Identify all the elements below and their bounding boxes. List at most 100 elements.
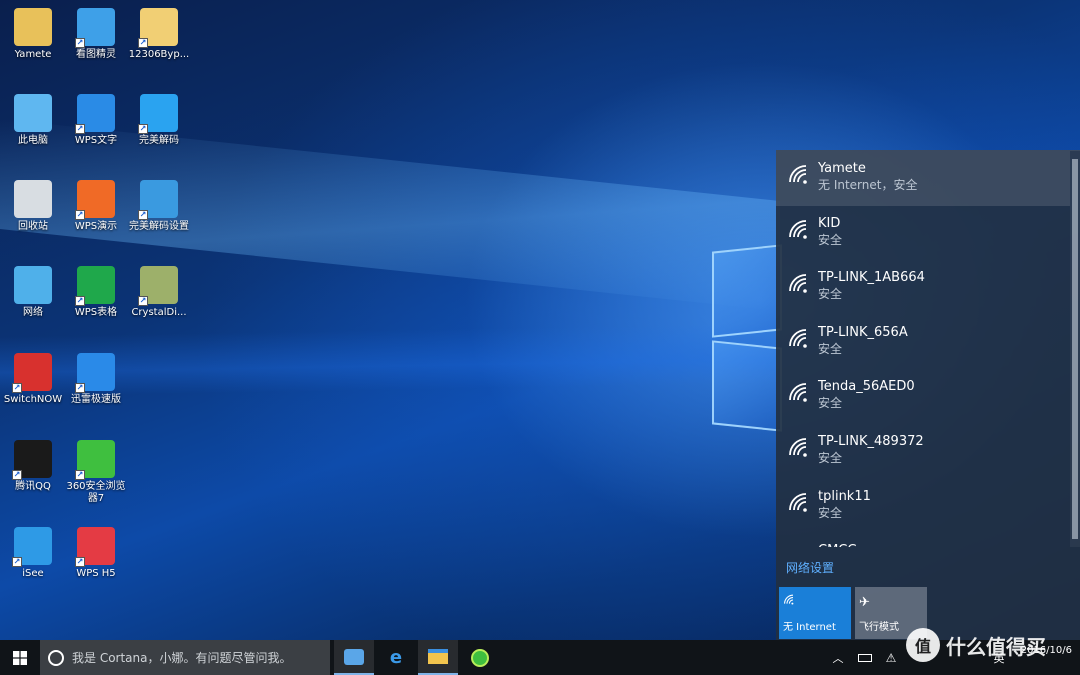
desktop-icon-label: 12306Byp... [128, 49, 190, 60]
desktop-icon[interactable]: ↗ 360安全浏览器7 [63, 440, 129, 505]
network-tray-button[interactable]: ⚠ [880, 640, 902, 675]
wifi-signal-icon [789, 165, 807, 184]
taskbar-app-edge[interactable]: e [376, 640, 416, 675]
airplane-icon: ✈ [859, 595, 870, 610]
file-explorer-icon [428, 649, 448, 664]
folder-icon: ↗ [138, 8, 178, 48]
shortcut-arrow-icon: ↗ [138, 210, 148, 220]
shortcut-arrow-icon: ↗ [75, 296, 85, 306]
shortcut-arrow-icon: ↗ [12, 557, 22, 567]
search-placeholder: 我是 Cortana，小娜。有问题尽管问我。 [72, 651, 292, 665]
desktop-icon[interactable]: 此电脑 [0, 94, 66, 147]
cortana-search-box[interactable]: 我是 Cortana，小娜。有问题尽管问我。 [40, 640, 330, 675]
wifi-network-item[interactable]: TP-LINK_656A 安全 [776, 315, 1070, 370]
wifi-quick-tile[interactable]: 无 Internet [779, 587, 851, 639]
shortcut-arrow-icon: ↗ [75, 383, 85, 393]
wifi-network-item[interactable]: tplink11 安全 [776, 479, 1070, 534]
desktop-icon[interactable]: ↗ 迅雷极速版 [63, 353, 129, 406]
wps-presentation-icon: ↗ [75, 180, 115, 220]
desktop-icon[interactable]: ↗ 看图精灵 [63, 8, 129, 61]
network-status: 安全 [818, 505, 843, 520]
desktop-icon-label: 完美解码设置 [129, 221, 189, 232]
show-hidden-icons-button[interactable]: ︿ [828, 640, 848, 675]
network-status: 无 Internet，安全 [818, 178, 918, 192]
desktop-icon-label: 此电脑 [18, 135, 48, 146]
desktop-icon[interactable]: ↗ WPS表格 [63, 266, 129, 319]
cortana-icon [48, 649, 64, 666]
wifi-network-item[interactable]: Tenda_56AED0 安全 [776, 369, 1070, 424]
desktop-icon[interactable]: ↗ 12306Byp... [126, 8, 192, 61]
network-name: TP-LINK_656A [818, 324, 908, 340]
desktop-icon[interactable]: ↗ 腾讯QQ [0, 440, 66, 493]
desktop-icon[interactable]: ↗ 完美解码设置 [126, 180, 192, 233]
shortcut-arrow-icon: ↗ [75, 470, 85, 480]
qq-penguin-icon: ↗ [12, 440, 52, 480]
wps-h5-icon: ↗ [75, 527, 115, 567]
desktop-icon-label: WPS文字 [74, 135, 118, 146]
edge-browser-icon: e [389, 647, 403, 668]
wifi-network-item[interactable]: KID 安全 [776, 206, 1070, 261]
desktop-icon[interactable]: 网络 [0, 266, 66, 319]
desktop-icon[interactable]: ↗ WPS H5 [63, 527, 129, 580]
desktop-icon-label: Yamete [14, 49, 52, 60]
taskbar-app-file-explorer[interactable] [418, 640, 458, 675]
start-button[interactable] [0, 640, 40, 675]
wifi-network-item[interactable]: Yamete 无 Internet，安全 [776, 151, 1070, 206]
desktop-icon[interactable]: 回收站 [0, 180, 66, 233]
network-list-scrollbar[interactable] [1070, 151, 1080, 547]
network-name: tplink11 [818, 488, 871, 504]
network-icon [14, 266, 52, 304]
desktop-icon[interactable]: ↗ SwitchNOW [0, 353, 66, 406]
desktop-icon-label: 看图精灵 [76, 49, 116, 60]
wifi-signal-icon [789, 274, 807, 293]
shortcut-arrow-icon: ↗ [12, 470, 22, 480]
chevron-up-icon: ︿ [832, 651, 844, 665]
wifi-icon [784, 594, 794, 605]
network-list: Yamete 无 Internet，安全 KID 安全 TP-LINK_1AB664 安全… [776, 151, 1070, 547]
switchnow-icon: ↗ [12, 353, 52, 393]
network-name: Tenda_56AED0 [818, 379, 915, 395]
wifi-tile-label: 无 Internet [783, 622, 836, 633]
battery-icon [858, 653, 872, 662]
shortcut-arrow-icon: ↗ [12, 383, 22, 393]
desktop-icon-label: 完美解码 [139, 135, 179, 146]
wifi-network-item[interactable]: TP-LINK_489372 安全 [776, 424, 1070, 479]
wifi-network-item[interactable]: CMCC [776, 533, 1070, 547]
recycle-bin-icon [14, 180, 52, 218]
wifi-signal-icon [789, 383, 807, 403]
battery-tray-button[interactable] [854, 640, 876, 675]
shortcut-arrow-icon: ↗ [138, 38, 148, 48]
wifi-network-item[interactable]: TP-LINK_1AB664 安全 [776, 260, 1070, 315]
watermark-badge: 值 [906, 628, 940, 662]
taskbar-app-image-viewer[interactable] [334, 640, 374, 675]
network-status: 安全 [818, 450, 843, 465]
wifi-signal-icon [789, 438, 807, 457]
desktop-icon[interactable]: ↗ WPS演示 [63, 180, 129, 233]
shortcut-arrow-icon: ↗ [75, 124, 85, 134]
desktop-icon-label: 回收站 [18, 221, 48, 232]
desktop-icon[interactable]: Yamete [0, 8, 66, 61]
taskbar-app-360-browser[interactable] [460, 640, 500, 675]
network-name: TP-LINK_489372 [818, 433, 924, 449]
settings-gear-icon: ↗ [138, 180, 178, 220]
desktop-icon[interactable]: ↗ iSee [0, 527, 66, 580]
computer-icon [14, 94, 52, 132]
desktop-icon[interactable]: ↗ WPS文字 [63, 94, 129, 147]
network-status: 安全 [818, 232, 843, 247]
shortcut-arrow-icon: ↗ [138, 296, 148, 306]
network-settings-link[interactable]: 网络设置 [786, 559, 834, 576]
desktop-icon[interactable]: ↗ CrystalDi... [126, 266, 192, 319]
scrollbar-thumb[interactable] [1072, 159, 1078, 539]
shortcut-arrow-icon: ↗ [138, 124, 148, 134]
wifi-signal-icon [789, 328, 807, 348]
wifi-signal-icon [789, 492, 807, 512]
windows-logo-icon [13, 650, 27, 665]
airplane-tile-label: 飞行模式 [859, 622, 899, 633]
desktop-icon[interactable]: ↗ 完美解码 [126, 94, 192, 147]
wallpaper-window-pane [712, 244, 782, 338]
wallpaper-window-pane [712, 340, 782, 432]
network-name: CMCC [818, 543, 1070, 547]
image-viewer-icon [344, 648, 364, 665]
360-browser-icon: ↗ [75, 440, 115, 480]
network-name: Yamete [818, 161, 866, 176]
